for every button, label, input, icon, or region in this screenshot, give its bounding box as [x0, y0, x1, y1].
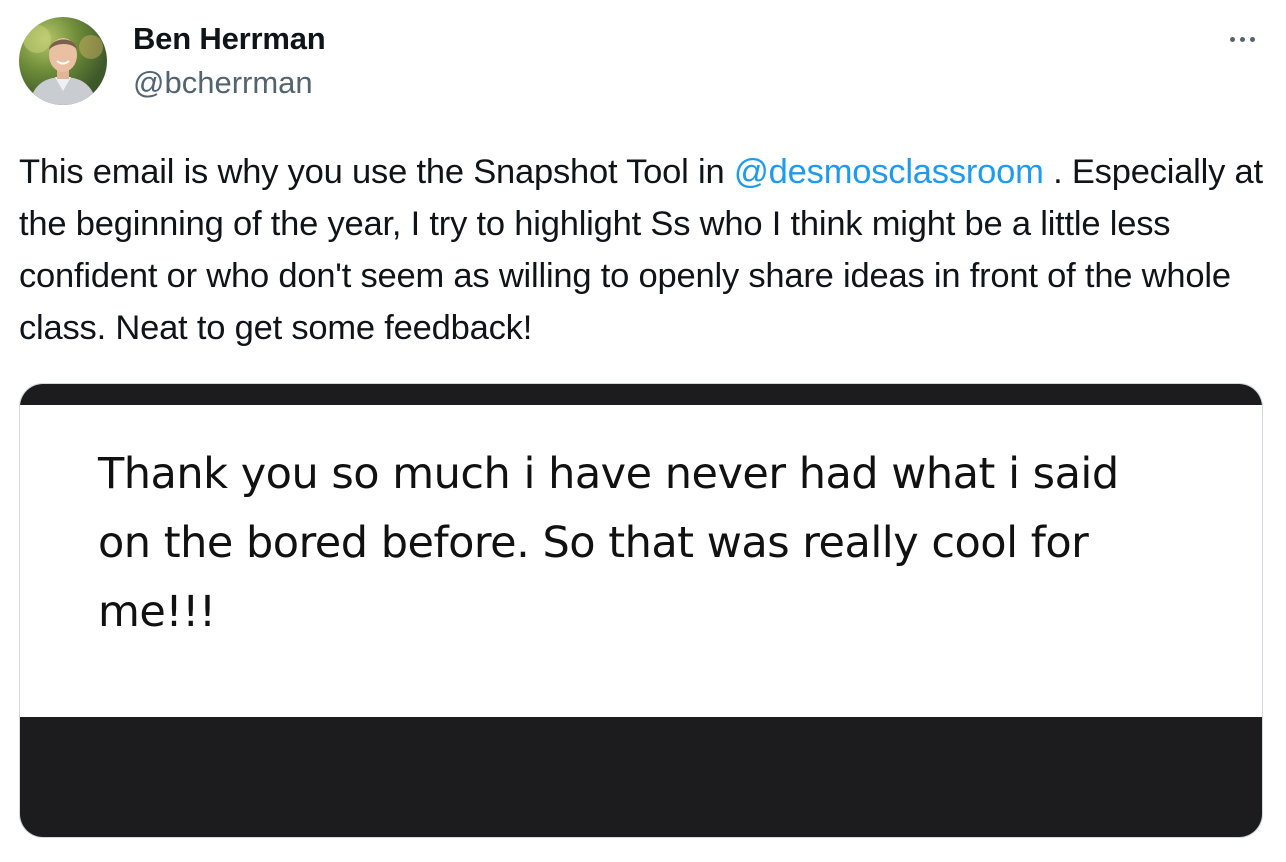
- profile-photo-icon: [23, 25, 103, 105]
- author-handle[interactable]: @bcherrman: [133, 64, 313, 102]
- image-bottom-bar: [20, 717, 1262, 837]
- more-horizontal-icon-dot: [1239, 36, 1245, 42]
- more-options-button[interactable]: [1222, 24, 1262, 54]
- tweet-text: This email is why you use the Snapshot T…: [19, 146, 1269, 354]
- mention-link[interactable]: @desmosclassroom: [734, 153, 1044, 191]
- image-message-text: Thank you so much i have never had what …: [98, 449, 1119, 637]
- more-horizontal-icon: [1229, 36, 1235, 42]
- tweet-text-before-mention: This email is why you use the Snapshot T…: [19, 153, 734, 191]
- author-name[interactable]: Ben Herrman: [133, 20, 326, 58]
- more-horizontal-icon-dot: [1249, 36, 1255, 42]
- image-top-bar: [20, 384, 1262, 405]
- attached-image[interactable]: Thank you so much i have never had what …: [19, 383, 1263, 838]
- tweet: Ben Herrman @bcherrman This email is why…: [0, 0, 1286, 862]
- avatar[interactable]: [19, 17, 107, 105]
